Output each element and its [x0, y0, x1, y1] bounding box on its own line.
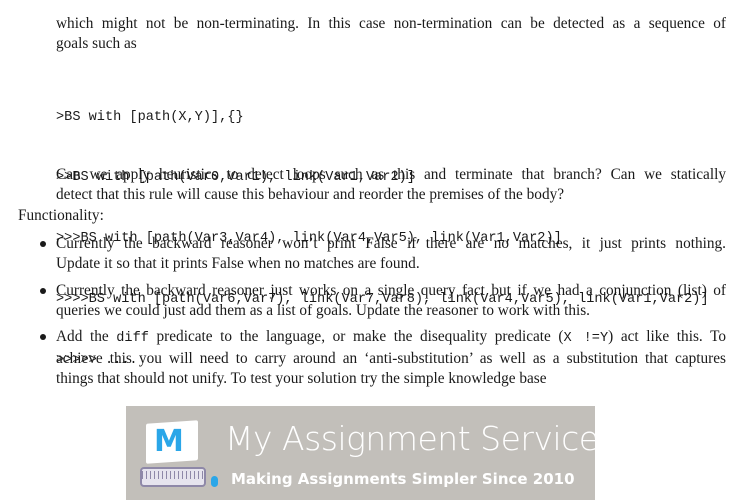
- list-item-line: queries we could just add them as a list…: [56, 302, 590, 319]
- functionality-heading: Functionality:: [18, 207, 104, 224]
- intro-line: which might not be non-terminating. In t…: [56, 15, 726, 32]
- inline-code: X !=Y: [563, 331, 609, 346]
- inline-code: diff: [116, 331, 149, 346]
- text-fragment: ) act like this. To: [608, 328, 726, 345]
- list-item-line: Currently the backward reasoner won’t pr…: [56, 235, 726, 252]
- intro-line: goals such as: [56, 35, 137, 52]
- list-item-line: achieve this you will need to carry arou…: [56, 350, 726, 367]
- bullet-icon: [40, 288, 46, 294]
- intro-paragraph: which might not be non-terminating. In t…: [56, 14, 726, 54]
- list-item-line: things that should not unify. To test yo…: [56, 370, 547, 387]
- question-line: Can we apply heuristics to detect loops …: [56, 166, 726, 183]
- bullet-icon: [40, 334, 46, 340]
- list-item-line: Add the diff predicate to the language, …: [56, 327, 726, 349]
- question-paragraph: Can we apply heuristics to detect loops …: [56, 165, 726, 205]
- list-item-line: Update it so that it prints False when n…: [56, 255, 420, 272]
- list-item: Currently the backward reasoner won’t pr…: [40, 234, 726, 274]
- watermark-title: My Assignment Services: [225, 419, 616, 458]
- watermark-tagline: Making Assignments Simpler Since 2010: [231, 470, 575, 488]
- list-item-line: Currently the backward reasoner just wor…: [56, 282, 726, 299]
- text-fragment: Add the: [56, 328, 117, 345]
- list-item: Add the diff predicate to the language, …: [40, 327, 726, 389]
- keyboard-icon: [140, 467, 206, 487]
- question-line: detect that this rule will cause this be…: [56, 186, 565, 203]
- logo-letter: M: [154, 424, 184, 459]
- list-item: Currently the backward reasoner just wor…: [40, 281, 726, 321]
- bullet-icon: [40, 241, 46, 247]
- text-fragment: predicate to the language, or make the d…: [148, 328, 564, 345]
- watermark-logo: M My Assignment Services Making Assignme…: [126, 406, 616, 500]
- code-line: >BS with [path(X,Y)],{}: [56, 109, 244, 125]
- mouse-icon: [211, 476, 218, 487]
